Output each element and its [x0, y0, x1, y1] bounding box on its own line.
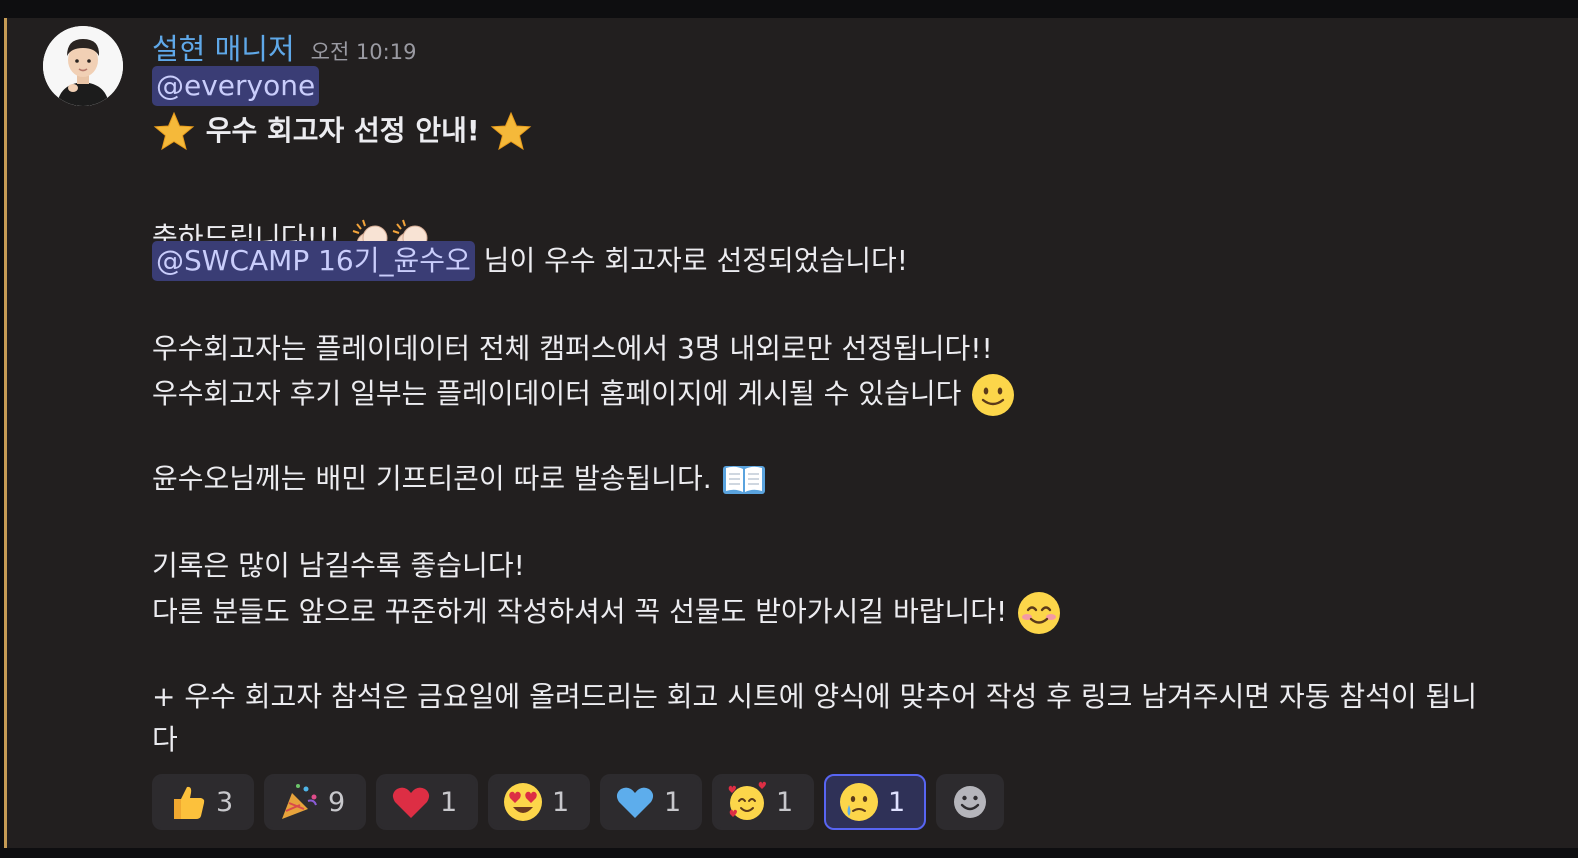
record-line: 기록은 많이 남길수록 좋습니다!: [152, 546, 525, 586]
selected-text: 님이 우수 회고자로 선정되었습니다!: [474, 244, 909, 277]
review-text: 우수회고자 후기 일부는 플레이데이터 홈페이지에 게시될 수 있습니다: [152, 377, 962, 410]
reaction-count: 3: [216, 786, 234, 818]
reaction-red-heart[interactable]: 1: [376, 774, 478, 830]
attendance-line-wrap: 다: [152, 720, 178, 760]
add-reaction-icon: [954, 786, 986, 818]
reaction-count: 1: [776, 786, 794, 818]
reaction-blue-heart[interactable]: 1: [600, 774, 702, 830]
record-text: 기록은 많이 남길수록 좋습니다!: [152, 549, 525, 582]
reaction-count: 1: [440, 786, 458, 818]
mention-user[interactable]: @SWCAMP 16기_윤수오: [152, 241, 475, 281]
reaction-crying-face[interactable]: 1: [824, 774, 926, 830]
reaction-count: 9: [328, 786, 346, 818]
add-reaction-button[interactable]: [936, 774, 1004, 830]
party-popper-icon: [282, 784, 317, 819]
attendance-text: + 우수 회고자 참석은 금요일에 올려드리는 회고 시트에 양식에 맞추어 작…: [152, 680, 1478, 713]
heart-eyes-icon: [504, 783, 542, 821]
chat-frame: 설현 매니저 오전 10:19 @everyone 우수 회고자 선정 안내! …: [0, 0, 1578, 858]
open-book-icon: [722, 466, 765, 494]
reaction-bar: 3 9 1 1 1 1 1: [152, 774, 1004, 830]
red-heart-icon: [392, 787, 430, 818]
attendance-text-wrap: 다: [152, 723, 178, 756]
reaction-heart-eyes[interactable]: 1: [488, 774, 590, 830]
star-icon: [491, 111, 532, 151]
title-line: 우수 회고자 선정 안내!: [152, 110, 533, 151]
crying-face-icon: [840, 783, 878, 821]
smiling-eyes-icon: [1018, 592, 1061, 634]
review-line: 우수회고자 후기 일부는 플레이데이터 홈페이지에 게시될 수 있습니다: [152, 372, 1016, 416]
reaction-count: 1: [664, 786, 682, 818]
title-text: 우수 회고자 선정 안내!: [205, 114, 480, 147]
author-name[interactable]: 설현 매니저: [152, 26, 295, 68]
chat-message[interactable]: 설현 매니저 오전 10:19 @everyone 우수 회고자 선정 안내! …: [4, 18, 1578, 848]
reaction-thumbs-up[interactable]: 3: [152, 774, 254, 830]
campus-text: 우수회고자는 플레이데이터 전체 캠퍼스에서 3명 내외로만 선정됩니다!!: [152, 332, 993, 365]
reaction-count: 1: [552, 786, 570, 818]
message-header: 설현 매니저 오전 10:19: [152, 26, 416, 66]
smiling-face-icon: [972, 374, 1015, 416]
mention-everyone[interactable]: @everyone: [152, 66, 320, 106]
mention-everyone-line: @everyone: [152, 66, 320, 106]
smiling-with-hearts-icon: [728, 781, 766, 820]
attendance-line: + 우수 회고자 참석은 금요일에 올려드리는 회고 시트에 양식에 맞추어 작…: [152, 677, 1477, 717]
avatar[interactable]: [43, 26, 123, 106]
reaction-count: 1: [888, 786, 906, 818]
campus-line: 우수회고자는 플레이데이터 전체 캠퍼스에서 3명 내외로만 선정됩니다!!: [152, 329, 993, 369]
blue-heart-icon: [616, 787, 654, 818]
selected-line: @SWCAMP 16기_윤수오 님이 우수 회고자로 선정되었습니다!: [152, 241, 908, 281]
reaction-party-popper[interactable]: 9: [264, 774, 366, 830]
others-text: 다른 분들도 앞으로 꾸준하게 작성하셔서 꼭 선물도 받아가시길 바랍니다!: [152, 595, 1008, 628]
timestamp[interactable]: 오전 10:19: [311, 36, 417, 66]
reaction-smiling-with-hearts[interactable]: 1: [712, 774, 814, 830]
others-line: 다른 분들도 앞으로 꾸준하게 작성하셔서 꼭 선물도 받아가시길 바랍니다!: [152, 590, 1062, 634]
star-icon: [153, 111, 195, 151]
gift-text: 윤수오님께는 배민 기프티콘이 따로 발송됩니다.: [152, 462, 712, 495]
gift-line: 윤수오님께는 배민 기프티콘이 따로 발송됩니다.: [152, 459, 767, 499]
thumbs-up-icon: [174, 786, 205, 819]
